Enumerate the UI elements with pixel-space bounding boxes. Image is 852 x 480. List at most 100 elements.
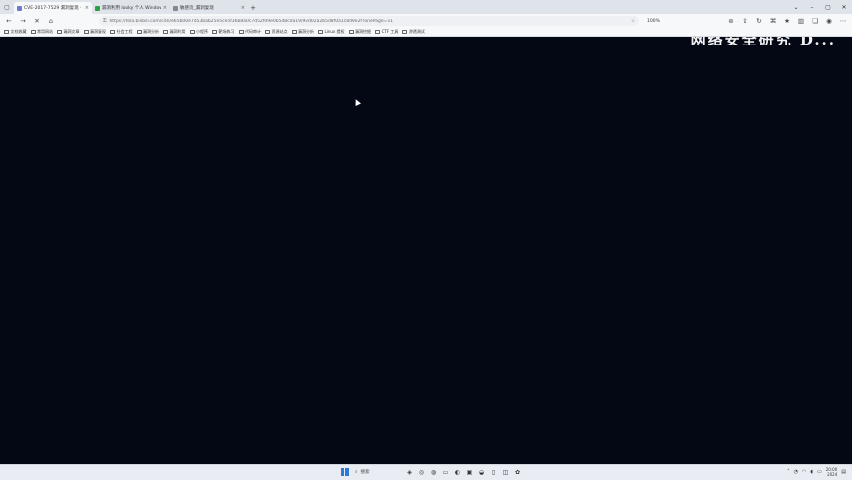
phone-icon[interactable]: ▯ [489, 467, 498, 477]
close-tab-icon[interactable]: × [241, 5, 245, 11]
url-text: https://tola.bilibili.com/cdn/e65b00e7d5… [109, 18, 393, 24]
system-tray: ˄ ◔ ◠ ◖ ▭ 20:00 2024 ▤ [787, 467, 846, 477]
bookmarks-bar: 文档收藏 常用网站 漏洞文章 漏洞复现 社会工程 漏洞分析 漏洞利用 小程序 靶… [0, 28, 852, 37]
bookmark-folder[interactable]: 渗透测试 [402, 29, 425, 35]
window-controls: ⌄ – ▢ ✕ [788, 0, 852, 14]
folder-icon [291, 30, 297, 34]
bookmark-folder[interactable]: 小程序 [189, 29, 208, 35]
favorites-icon[interactable]: ★ [781, 15, 793, 27]
bookmark-folder[interactable]: 漏洞分析 [136, 29, 159, 35]
start-button[interactable] [340, 467, 349, 477]
back-icon[interactable]: ← [3, 15, 15, 27]
folder-icon [265, 30, 270, 34]
tab-1[interactable]: CVE-2017-7529 漏洞复现 · go × [14, 2, 92, 14]
app-icon[interactable]: ◒ [477, 467, 486, 477]
game-icon[interactable]: ✿ [513, 467, 522, 477]
tab-3[interactable]: 敏感页_漏洞复现 × [170, 2, 248, 14]
extensions-area: ⊜ ⇪ ↻ ⌘ ★ ▥ ❏ ◉ ⋯ [725, 15, 849, 27]
browser-toolbar: ← → ✕ ⌂ ⚿ https://tola.bilibili.com/cdn/… [0, 14, 852, 28]
page-content[interactable]: 网络安全研究 D... [0, 37, 852, 464]
folder-icon [402, 30, 408, 34]
close-tab-icon[interactable]: × [85, 5, 89, 11]
folder-icon [238, 30, 244, 34]
battery-icon[interactable]: ▭ [817, 469, 822, 475]
clock[interactable]: 20:00 2024 [826, 467, 838, 477]
taskbar: ⌕ 搜索 ◈ ◎ ◍ ▭ ◐ ▣ ◒ ▯ ◫ ✿ ˄ ◔ ◠ ◖ ▭ 20:00… [0, 464, 852, 480]
stop-icon[interactable]: ✕ [31, 15, 43, 27]
share-icon[interactable]: ⇪ [739, 15, 751, 27]
bookmark-folder[interactable]: 漏洞利用 [163, 29, 186, 35]
mouse-cursor-icon [353, 98, 361, 106]
browser-icon[interactable]: ◐ [453, 467, 462, 477]
folder-icon [57, 30, 62, 34]
bookmark-folder[interactable]: 社会工程 [110, 29, 133, 35]
maximize-icon[interactable]: ▢ [820, 4, 836, 11]
tab-strip: ▢ CVE-2017-7529 漏洞复现 · go × 漏洞利用 looky 个… [0, 0, 852, 14]
bookmark-folder[interactable]: 漏洞文章 [57, 29, 80, 35]
bookmark-folder[interactable]: 常用网站 [30, 29, 53, 35]
widgets-icon[interactable]: ◈ [405, 467, 414, 477]
profile-icon[interactable]: ◉ [823, 15, 835, 27]
search-icon: ⌕ [355, 470, 358, 475]
tab-favicon [173, 5, 178, 11]
folder-icon [110, 30, 115, 34]
network-icon[interactable]: ◠ [802, 469, 806, 475]
close-tab-icon[interactable]: × [163, 5, 167, 11]
clock-date: 2024 [827, 472, 838, 477]
file-explorer-icon[interactable]: ▭ [441, 467, 450, 477]
windows-logo-icon [340, 468, 349, 476]
volume-icon[interactable]: ◖ [810, 469, 813, 475]
tab-favicon [95, 5, 100, 11]
minimize-icon[interactable]: – [804, 4, 820, 11]
favorite-star-icon[interactable]: ☆ [631, 19, 635, 24]
tab-2[interactable]: 漏洞利用 looky 个人 Windows × [92, 2, 170, 14]
terminal-icon[interactable]: ▣ [465, 467, 474, 477]
refresh-icon[interactable]: ↻ [753, 15, 765, 27]
search-label: 搜索 [360, 470, 370, 475]
bookmark-folder[interactable]: 文档收藏 [4, 29, 27, 35]
folder-icon [348, 30, 354, 34]
home-icon[interactable]: ⌂ [45, 15, 57, 27]
zoom-level[interactable]: 100% [647, 19, 660, 24]
bookmark-folder[interactable]: CTF 工具 [375, 29, 398, 35]
chevron-up-icon[interactable]: ˄ [787, 469, 790, 475]
close-window-icon[interactable]: ✕ [836, 4, 852, 11]
extension-icon[interactable]: ⌘ [767, 15, 779, 27]
taskbar-search[interactable]: ⌕ 搜索 [352, 468, 402, 477]
notification-icon[interactable]: ◔ [794, 469, 798, 475]
forward-icon[interactable]: → [17, 15, 29, 27]
folder-icon [163, 30, 168, 34]
notification-center-icon[interactable]: ▤ [841, 469, 846, 475]
banner-text: 网络安全研究 D... [691, 37, 836, 45]
taskbar-apps: ⌕ 搜索 ◈ ◎ ◍ ▭ ◐ ▣ ◒ ▯ ◫ ✿ [340, 467, 522, 477]
camera-icon[interactable]: ◎ [417, 467, 426, 477]
collections-icon[interactable]: ❏ [809, 15, 821, 27]
tab-title: 敏感页_漏洞复现 [180, 6, 214, 11]
folder-icon [136, 30, 142, 34]
folder-icon [83, 30, 89, 34]
chat-icon[interactable]: ◍ [429, 467, 438, 477]
bookmark-folder[interactable]: 代码审计 [238, 29, 261, 35]
bookmark-folder[interactable]: 漏洞复现 [83, 29, 106, 35]
new-tab-button[interactable]: + [248, 2, 258, 14]
folder-icon [189, 30, 195, 34]
split-screen-icon[interactable]: ▥ [795, 15, 807, 27]
tab-search-icon[interactable]: ⌄ [788, 4, 804, 11]
bookmark-folder[interactable]: 资源站点 [265, 29, 288, 35]
folder-icon [318, 30, 323, 34]
bookmark-folder[interactable]: Linux 提权 [318, 29, 345, 35]
tab-title: 漏洞利用 looky 个人 Windows [102, 6, 161, 11]
bookmark-folder[interactable]: 漏洞挖掘 [348, 29, 371, 35]
tab-favicon [17, 5, 22, 11]
tab-actions-icon[interactable]: ▢ [0, 0, 14, 14]
translate-icon[interactable]: ⊜ [725, 15, 737, 27]
menu-icon[interactable]: ⋯ [837, 15, 849, 27]
address-bar[interactable]: ⚿ https://tola.bilibili.com/cdn/e65b00e7… [99, 16, 639, 26]
bookmark-folder[interactable]: 靶场练习 [212, 29, 235, 35]
app-icon[interactable]: ◫ [501, 467, 510, 477]
folder-icon [30, 30, 36, 34]
bookmark-folder[interactable]: 漏洞分析 [291, 29, 314, 35]
folder-icon [375, 30, 381, 34]
folder-icon [212, 30, 217, 34]
tab-title: CVE-2017-7529 漏洞复现 · go [24, 6, 83, 11]
